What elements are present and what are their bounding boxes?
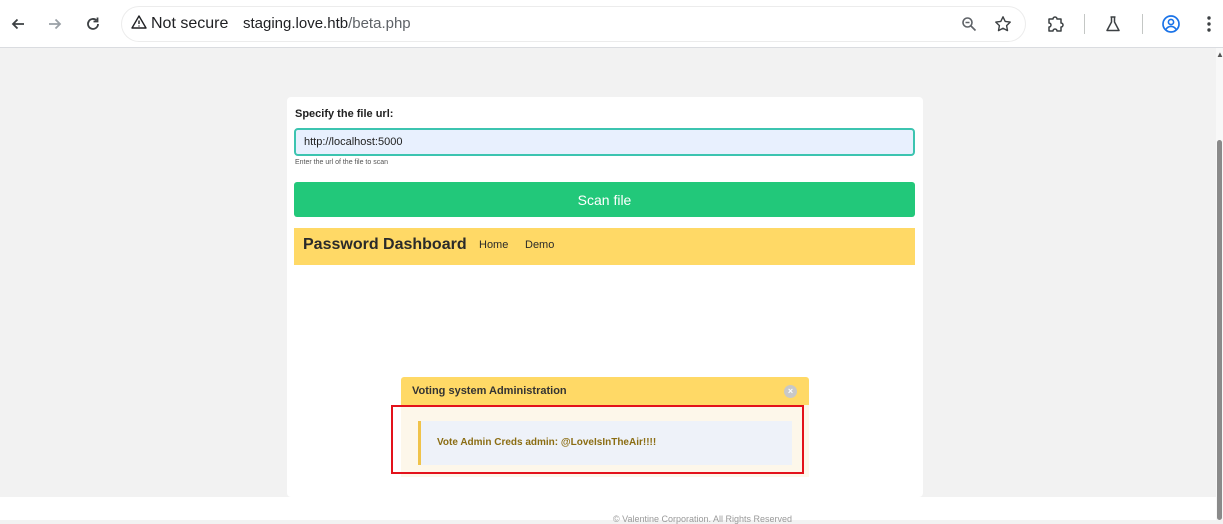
more-vert-icon[interactable] [1197, 12, 1221, 36]
nav-link-home[interactable]: Home [479, 239, 508, 251]
notification-title: Voting system Administration [412, 385, 567, 397]
red-highlight-annotation [391, 405, 804, 474]
nav-link-demo[interactable]: Demo [525, 239, 554, 251]
file-url-label: Specify the file url: [295, 108, 394, 120]
star-icon[interactable] [993, 14, 1013, 34]
url-path: /beta.php [348, 15, 411, 32]
back-arrow-icon[interactable] [6, 12, 30, 36]
reload-icon[interactable] [81, 12, 105, 36]
labs-flask-icon[interactable] [1101, 12, 1125, 36]
browser-toolbar: Not secure staging.love.htb/beta.php [0, 0, 1223, 48]
scan-file-button[interactable]: Scan file [294, 182, 915, 217]
file-url-input[interactable] [294, 128, 915, 156]
security-indicator[interactable]: Not secure [131, 14, 228, 34]
notification-header: Voting system Administration × [401, 377, 809, 405]
toolbar-separator [1084, 14, 1085, 34]
toolbar-separator [1142, 14, 1143, 34]
profile-icon[interactable] [1159, 12, 1183, 36]
extensions-icon[interactable] [1044, 12, 1068, 36]
address-bar[interactable]: Not secure staging.love.htb/beta.php [121, 6, 1026, 42]
dashboard-title[interactable]: Password Dashboard [303, 236, 467, 254]
footer-copyright: © Valentine Corporation. All Rights Rese… [613, 514, 793, 524]
close-icon[interactable]: × [784, 385, 797, 398]
zoom-icon[interactable] [959, 14, 979, 34]
scrollbar-thumb[interactable] [1217, 140, 1222, 520]
scroll-up-arrow-icon[interactable]: ▲ [1216, 50, 1223, 60]
security-label: Not secure [151, 15, 229, 32]
password-dashboard-navbar: Password Dashboard Home Demo [294, 228, 915, 265]
page-footer [0, 497, 1216, 520]
forward-arrow-icon[interactable] [43, 12, 67, 36]
file-url-help-text: Enter the url of the file to scan [295, 159, 388, 166]
url-text[interactable]: staging.love.htb/beta.php [243, 14, 411, 34]
warning-icon [131, 14, 151, 35]
url-host: staging.love.htb [243, 15, 349, 32]
